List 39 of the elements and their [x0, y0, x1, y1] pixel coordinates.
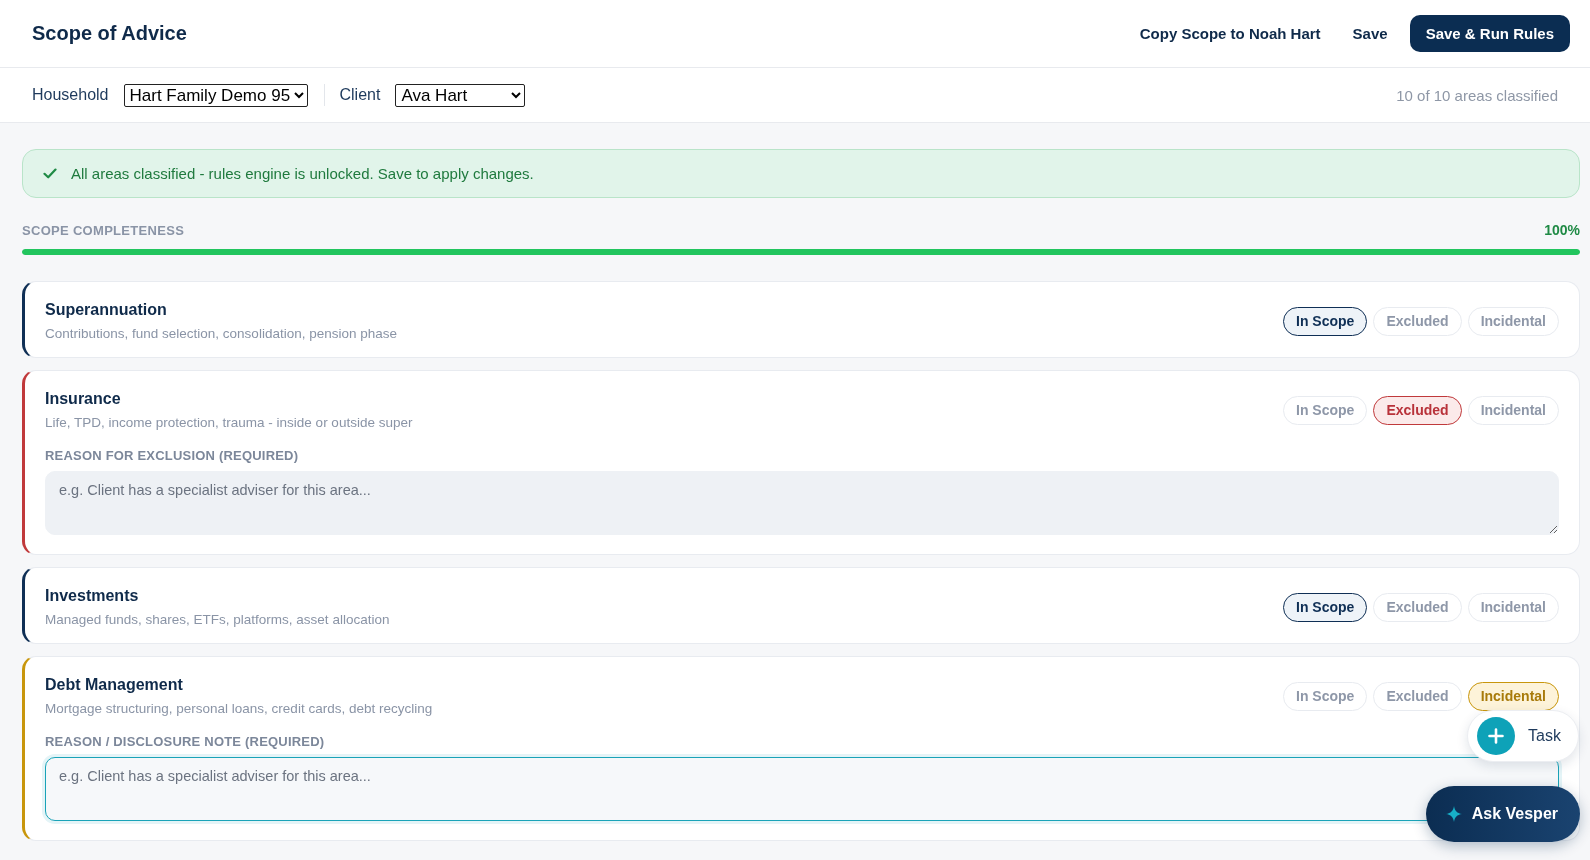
assistant-button[interactable]: Ask Vesper: [1425, 786, 1580, 842]
area-description: Life, TPD, income protection, trauma - inside or outside super: [45, 415, 413, 430]
client-select[interactable]: Ava Hart: [395, 83, 526, 107]
status-option[interactable]: Incidental: [1467, 592, 1559, 622]
page-title: Scope of Advice: [32, 22, 187, 45]
status-option[interactable]: In Scope: [1283, 395, 1368, 425]
client-label: Client: [339, 86, 381, 104]
check-icon: [43, 168, 57, 179]
plus-icon: [1477, 717, 1515, 755]
note-label: REASON / DISCLOSURE NOTE (REQUIRED): [45, 734, 325, 749]
area-title: Superannuation: [45, 301, 167, 319]
status-option[interactable]: Excluded: [1373, 592, 1462, 622]
household-select[interactable]: Hart Family Demo 95: [123, 83, 308, 107]
status-option[interactable]: Incidental: [1467, 681, 1559, 711]
sparkle-icon: [1445, 806, 1462, 822]
status-option[interactable]: Excluded: [1373, 306, 1462, 336]
add-task-button[interactable]: Task: [1467, 710, 1579, 762]
status-option[interactable]: Incidental: [1467, 306, 1559, 336]
header-action-button[interactable]: Copy Scope to Noah Hart: [1129, 17, 1331, 50]
area-description: Contributions, fund selection, consolidation, pension phase: [45, 326, 397, 341]
completeness-percent: 100%: [1544, 222, 1580, 238]
area-title: Investments: [45, 587, 139, 605]
banner-message: All areas classified - rules engine is unlocked. Save to apply changes.: [71, 165, 534, 182]
status-option[interactable]: Incidental: [1467, 395, 1559, 425]
completeness-label: SCOPE COMPLETENESS: [22, 223, 185, 238]
status-option[interactable]: In Scope: [1283, 681, 1368, 711]
area-title: Insurance: [45, 390, 121, 408]
save-run-button[interactable]: Save & Run Rules: [1409, 15, 1570, 52]
status-option[interactable]: In Scope: [1283, 306, 1368, 336]
area-description: Mortgage structuring, personal loans, credit cards, debt recycling: [45, 701, 433, 716]
status-option[interactable]: Excluded: [1373, 681, 1462, 711]
classified-count: 10 of 10 areas classified: [1396, 86, 1558, 104]
note-label: REASON FOR EXCLUSION (REQUIRED): [45, 448, 299, 463]
status-option[interactable]: Excluded: [1373, 395, 1462, 425]
header-action-button[interactable]: Save: [1342, 17, 1398, 50]
household-label: Household: [32, 86, 109, 104]
area-description: Managed funds, shares, ETFs, platforms, asset allocation: [45, 612, 390, 627]
status-option[interactable]: In Scope: [1283, 592, 1368, 622]
area-title: Debt Management: [45, 676, 183, 694]
